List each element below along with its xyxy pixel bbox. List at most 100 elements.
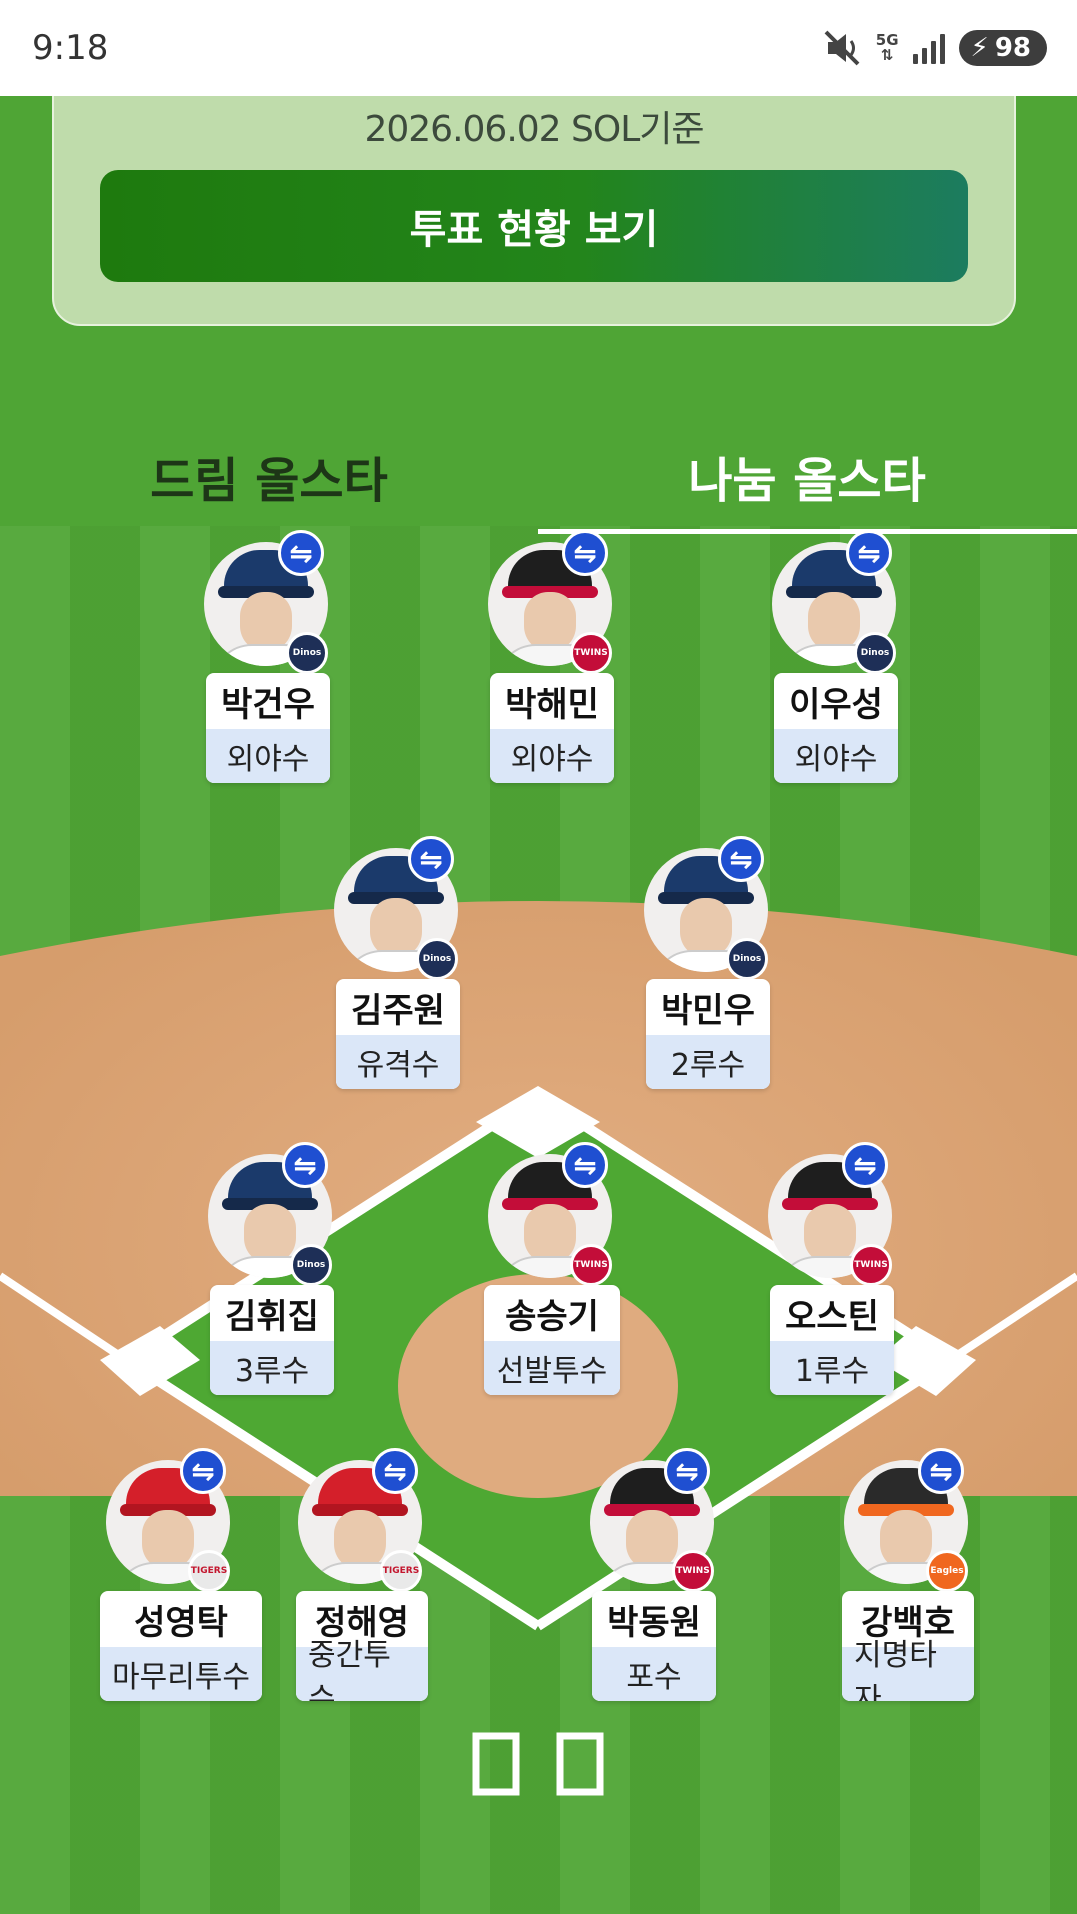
player-name: 이우성: [789, 684, 883, 725]
swap-icon: ⇋: [573, 536, 597, 570]
player-card[interactable]: ⇋ Dinos 김주원 유격수: [302, 836, 462, 1096]
swap-player-button[interactable]: ⇋: [372, 1448, 418, 1494]
data-arrows-icon: ⇅: [880, 46, 894, 64]
team-logo-icon: TIGERS: [380, 1550, 422, 1592]
team-tabs: 드림 올스타 나눔 올스타: [0, 416, 1077, 536]
player-card[interactable]: ⇋ Dinos 박건우 외야수: [172, 530, 332, 790]
status-time: 9:18: [32, 28, 109, 68]
battery-level: 98: [994, 33, 1031, 63]
face: [142, 1510, 194, 1570]
player-position: 중간투수: [296, 1638, 428, 1701]
player-card[interactable]: ⇋ Dinos 이우성 외야수: [740, 530, 900, 790]
player-position: 선발투수: [484, 1341, 620, 1395]
player-card[interactable]: ⇋ TWINS 박해민 외야수: [456, 530, 616, 790]
tab-dream-allstar[interactable]: 드림 올스타: [0, 416, 538, 536]
team-logo-icon: TWINS: [850, 1244, 892, 1286]
batter-box-left: [472, 1732, 520, 1796]
player-name: 김휘집: [225, 1296, 319, 1337]
swap-icon: ⇋: [419, 842, 443, 876]
team-logo-label: TWINS: [574, 648, 608, 658]
swap-player-button[interactable]: ⇋: [562, 530, 608, 576]
team-logo-label: TWINS: [854, 1260, 888, 1270]
face: [240, 592, 292, 652]
swap-icon: ⇋: [729, 842, 753, 876]
team-logo-label: Eagles: [930, 1566, 964, 1576]
player-photo-wrap: ⇋ TWINS: [456, 1142, 616, 1286]
player-tag: 김휘집 3루수: [210, 1285, 334, 1395]
reference-date: 2026.06.02 SOL기준: [364, 109, 704, 150]
player-photo-wrap: ⇋ Dinos: [176, 1142, 336, 1286]
swap-player-button[interactable]: ⇋: [918, 1448, 964, 1494]
player-tag: 박해민 외야수: [490, 673, 614, 783]
player-photo-wrap: ⇋ TIGERS: [266, 1448, 426, 1592]
player-photo-wrap: ⇋ Dinos: [302, 836, 462, 980]
player-card[interactable]: ⇋ TIGERS 성영탁 마무리투수: [74, 1448, 262, 1708]
face: [334, 1510, 386, 1570]
player-name: 박건우: [221, 684, 315, 725]
swap-player-button[interactable]: ⇋: [562, 1142, 608, 1188]
vote-status-button[interactable]: 투표 현황 보기: [100, 170, 968, 282]
swap-icon: ⇋: [383, 1454, 407, 1488]
team-logo-icon: Dinos: [416, 938, 458, 980]
player-position: 1루수: [770, 1341, 894, 1395]
player-tag: 정해영 중간투수: [296, 1591, 428, 1701]
team-logo-icon: TWINS: [570, 632, 612, 674]
face: [808, 592, 860, 652]
swap-player-button[interactable]: ⇋: [846, 530, 892, 576]
player-tag: 박동원 포수: [592, 1591, 716, 1701]
team-logo-label: Dinos: [296, 1260, 326, 1270]
swap-player-button[interactable]: ⇋: [180, 1448, 226, 1494]
player-name: 박동원: [607, 1602, 701, 1643]
player-card[interactable]: ⇋ Dinos 김휘집 3루수: [176, 1142, 336, 1402]
swap-player-button[interactable]: ⇋: [718, 836, 764, 882]
tab-nanum-allstar[interactable]: 나눔 올스타: [538, 416, 1076, 536]
team-logo-label: Dinos: [292, 648, 322, 658]
face: [880, 1510, 932, 1570]
player-card[interactable]: ⇋ TWINS 송승기 선발투수: [456, 1142, 620, 1402]
mute-icon: [824, 30, 860, 66]
status-icons: 5G ⇅ ⚡ 98: [822, 28, 1047, 68]
batter-box-right: [556, 1732, 604, 1796]
swap-icon: ⇋: [191, 1454, 215, 1488]
swap-player-button[interactable]: ⇋: [664, 1448, 710, 1494]
team-logo-icon: TWINS: [672, 1550, 714, 1592]
player-name: 성영탁: [134, 1602, 228, 1643]
swap-icon: ⇋: [573, 1148, 597, 1182]
swap-player-button[interactable]: ⇋: [282, 1142, 328, 1188]
swap-player-button[interactable]: ⇋: [408, 836, 454, 882]
player-card[interactable]: ⇋ TWINS 박동원 포수: [558, 1448, 718, 1708]
network-5g-icon: 5G ⇅: [876, 33, 899, 63]
player-position: 2루수: [646, 1035, 770, 1089]
team-logo-label: TIGERS: [382, 1566, 420, 1576]
main-content: 2026.06.02 SOL기준 투표 현황 보기 드림 올스타 나눔 올스타 …: [0, 96, 1077, 1914]
player-tag: 박건우 외야수: [206, 673, 330, 783]
player-name: 송승기: [505, 1296, 599, 1337]
team-logo-icon: TWINS: [570, 1244, 612, 1286]
swap-player-button[interactable]: ⇋: [278, 530, 324, 576]
player-tag: 송승기 선발투수: [484, 1285, 620, 1395]
player-card[interactable]: ⇋ TWINS 오스틴 1루수: [736, 1142, 896, 1402]
face: [804, 1204, 856, 1264]
swap-player-button[interactable]: ⇋: [842, 1142, 888, 1188]
player-card[interactable]: ⇋ Dinos 박민우 2루수: [612, 836, 772, 1096]
team-logo-icon: Dinos: [726, 938, 768, 980]
player-name: 오스틴: [785, 1296, 879, 1337]
charging-bolt-icon: ⚡: [970, 33, 989, 63]
player-card[interactable]: ⇋ Eagles 강백호 지명타자: [812, 1448, 974, 1708]
player-card[interactable]: ⇋ TIGERS 정해영 중간투수: [266, 1448, 428, 1708]
player-name: 박해민: [505, 684, 599, 725]
player-position: 외야수: [206, 729, 330, 783]
signal-icon: [912, 32, 945, 64]
swap-icon: ⇋: [293, 1148, 317, 1182]
swap-icon: ⇋: [675, 1454, 699, 1488]
player-photo-wrap: ⇋ Eagles: [812, 1448, 972, 1592]
swap-icon: ⇋: [857, 536, 881, 570]
player-position: 포수: [592, 1647, 716, 1701]
player-photo-wrap: ⇋ TWINS: [736, 1142, 896, 1286]
player-tag: 김주원 유격수: [336, 979, 460, 1089]
player-photo-wrap: ⇋ TWINS: [558, 1448, 718, 1592]
player-tag: 성영탁 마무리투수: [100, 1591, 262, 1701]
player-position: 외야수: [490, 729, 614, 783]
player-position: 지명타자: [842, 1638, 974, 1701]
team-logo-label: TWINS: [574, 1260, 608, 1270]
